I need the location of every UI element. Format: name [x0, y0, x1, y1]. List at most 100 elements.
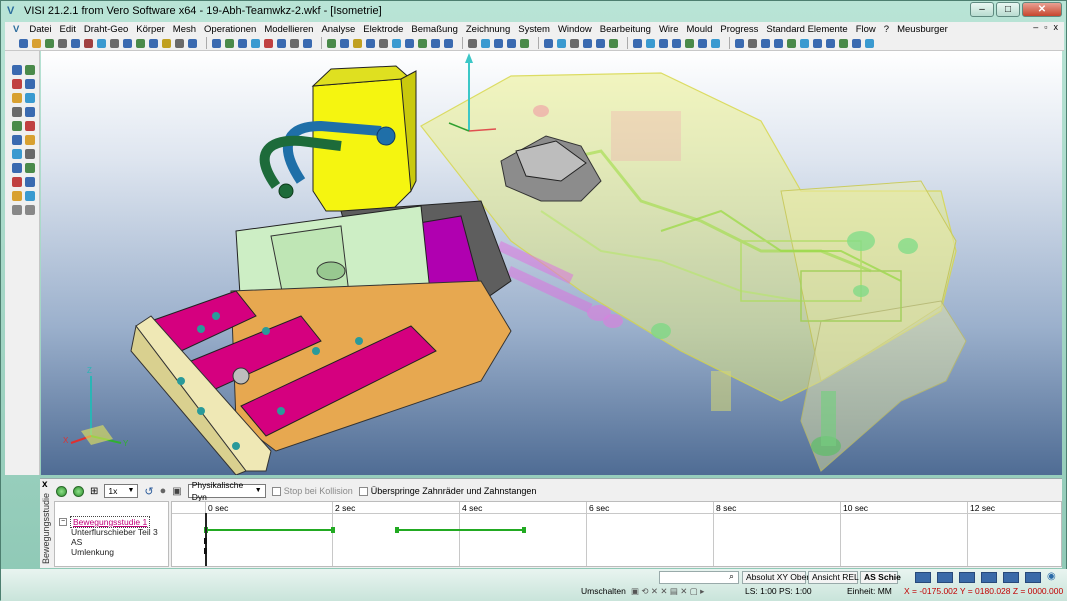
toolbar-tool-icon[interactable] [97, 38, 106, 48]
timeline-bar-unterflurschieber-2[interactable] [396, 529, 523, 531]
toolbar-tool-icon[interactable] [520, 38, 529, 48]
toolbar-tool-icon[interactable] [633, 38, 642, 48]
menu-mould[interactable]: Mould [683, 24, 717, 35]
view-mode-icon[interactable] [915, 572, 931, 583]
menu-bemassung[interactable]: Bemaßung [407, 24, 461, 35]
toolbar-tool-icon[interactable] [685, 38, 694, 48]
menu-mesh[interactable]: Mesh [169, 24, 200, 35]
side-tool-icon[interactable] [25, 191, 35, 201]
tree-item-unterflurschieber[interactable]: Unterflurschieber Teil 3 [71, 527, 158, 537]
toolbar-tool-icon[interactable] [84, 38, 93, 48]
toolbar-tool-icon[interactable] [175, 38, 184, 48]
side-tool-icon[interactable] [12, 191, 22, 201]
timeline-bar-unterflurschieber[interactable] [205, 529, 332, 531]
menu-operationen[interactable]: Operationen [200, 24, 260, 35]
collapse-icon[interactable]: − [59, 518, 67, 526]
command-search-input[interactable] [659, 571, 739, 584]
toolbar-tool-icon[interactable] [277, 38, 286, 48]
menu-elektrode[interactable]: Elektrode [359, 24, 407, 35]
maximize-button[interactable]: □ [996, 2, 1020, 17]
panel-close-icon[interactable]: x [42, 479, 48, 490]
toolbar-tool-icon[interactable] [672, 38, 681, 48]
menu-wire[interactable]: Wire [655, 24, 683, 35]
menu-window[interactable]: Window [554, 24, 596, 35]
toolbar-tool-icon[interactable] [544, 38, 553, 48]
side-tool-icon[interactable] [25, 121, 35, 131]
stop-collision-checkbox[interactable] [271, 487, 281, 497]
menu-help[interactable]: ? [880, 24, 893, 35]
absolut-xy-button[interactable]: Absolut XY Ober [742, 571, 809, 584]
side-tool-icon[interactable] [25, 177, 35, 187]
toolbar-tool-icon[interactable] [735, 38, 744, 48]
timeline[interactable]: 0 sec 2 sec 4 sec 6 sec 8 sec 10 sec 12 … [171, 501, 1062, 567]
tree-item-umlenkung[interactable]: Umlenkung [71, 547, 114, 557]
toolbar-tool-icon[interactable] [392, 38, 401, 48]
menu-progress[interactable]: Progress [716, 24, 762, 35]
toolbar-tool-icon[interactable] [839, 38, 848, 48]
close-button[interactable]: ✕ [1022, 2, 1062, 17]
timeline-keyframe-umlenkung[interactable] [204, 548, 207, 554]
record-settings-icon[interactable]: ▣ [172, 486, 181, 497]
toolbar-tool-icon[interactable] [570, 38, 579, 48]
toolbar-tool-icon[interactable] [583, 38, 592, 48]
menu-bearbeitung[interactable]: Bearbeitung [596, 24, 655, 35]
toolbar-tool-icon[interactable] [418, 38, 427, 48]
search-icon[interactable]: ⌕ [729, 571, 734, 582]
side-tool-icon[interactable] [25, 149, 35, 159]
side-tool-icon[interactable] [12, 93, 22, 103]
toolbar-tool-icon[interactable] [19, 38, 28, 48]
toolbar-tool-icon[interactable] [507, 38, 516, 48]
view-mode-icon[interactable] [937, 572, 953, 583]
timeline-keyframe[interactable] [522, 527, 526, 533]
toolbar-tool-icon[interactable] [557, 38, 566, 48]
toolbar-tool-icon[interactable] [123, 38, 132, 48]
toolbar-tool-icon[interactable] [238, 38, 247, 48]
toolbar-tool-icon[interactable] [405, 38, 414, 48]
side-tool-icon[interactable] [12, 163, 22, 173]
toolbar-tool-icon[interactable] [340, 38, 349, 48]
menu-koerper[interactable]: Körper [132, 24, 169, 35]
side-tool-icon[interactable] [12, 177, 22, 187]
record-icon[interactable] [73, 485, 84, 497]
globe-icon[interactable]: ◉ [1047, 571, 1056, 582]
side-tool-icon[interactable] [12, 135, 22, 145]
toolbar-tool-icon[interactable] [761, 38, 770, 48]
timeline-keyframe-as[interactable] [204, 538, 207, 544]
toolbar-tool-icon[interactable] [212, 38, 221, 48]
timeline-keyframe[interactable] [331, 527, 335, 533]
stop-collision-option[interactable]: Stop bei Kollision [271, 486, 353, 497]
view-mode-icon[interactable] [959, 572, 975, 583]
toolbar-tool-icon[interactable] [303, 38, 312, 48]
toolbar-tool-icon[interactable] [852, 38, 861, 48]
3d-viewport[interactable]: Z Y X [41, 51, 1062, 475]
tree-item-as[interactable]: AS [71, 537, 82, 547]
side-tool-icon[interactable] [25, 93, 35, 103]
umschalten-label[interactable]: Umschalten [581, 585, 626, 598]
menu-meusburger[interactable]: Meusburger [893, 24, 952, 35]
toolbar-tool-icon[interactable] [646, 38, 655, 48]
view-mode-icon[interactable] [981, 572, 997, 583]
skip-gears-option[interactable]: Überspringe Zahnräder und Zahnstangen [358, 486, 536, 497]
speed-select[interactable]: 1x ▼ [104, 484, 139, 498]
side-tool-icon[interactable] [25, 79, 35, 89]
menu-zeichnung[interactable]: Zeichnung [462, 24, 514, 35]
toolbar-tool-icon[interactable] [596, 38, 605, 48]
side-tool-icon[interactable] [12, 149, 22, 159]
toolbar-tool-icon[interactable] [264, 38, 273, 48]
toolbar-tool-icon[interactable] [609, 38, 618, 48]
side-tool-icon[interactable] [12, 121, 22, 131]
menu-system[interactable]: System [514, 24, 554, 35]
toolbar-tool-icon[interactable] [826, 38, 835, 48]
toolbar-tool-icon[interactable] [711, 38, 720, 48]
menu-standard-elemente[interactable]: Standard Elemente [762, 24, 851, 35]
toolbar-tool-icon[interactable] [149, 38, 158, 48]
toolbar-tool-icon[interactable] [225, 38, 234, 48]
toolbar-tool-icon[interactable] [787, 38, 796, 48]
menu-modellieren[interactable]: Modellieren [260, 24, 317, 35]
toolbar-tool-icon[interactable] [32, 38, 41, 48]
status-icons[interactable]: ▣ ⟲ ✕ ✕ ▤ ✕ ▢ ▸ [631, 585, 704, 598]
menu-draht-geo[interactable]: Draht-Geo [80, 24, 132, 35]
side-tool-icon[interactable] [25, 163, 35, 173]
view-mode-icon[interactable] [1025, 572, 1041, 583]
play-icon[interactable] [56, 485, 67, 497]
